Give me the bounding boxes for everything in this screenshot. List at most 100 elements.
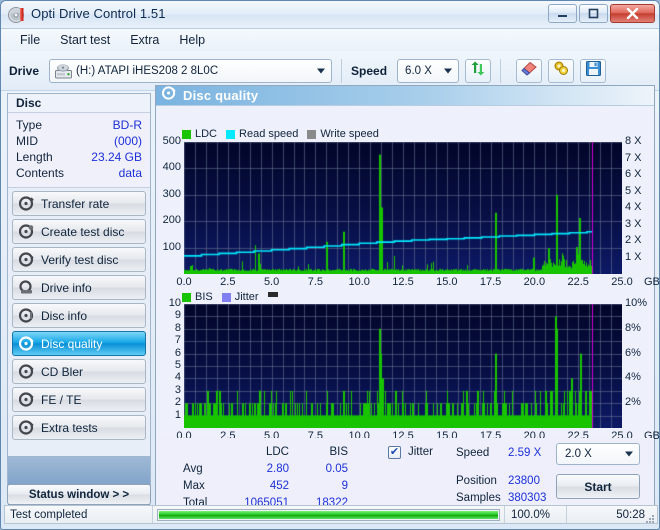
jitter-checkbox[interactable]: ✔ [388, 446, 401, 459]
sidebar-item-disc-info[interactable]: Disc info [12, 303, 146, 328]
sidebar-item-transfer-rate[interactable]: Transfer rate [12, 191, 146, 216]
disc-create-icon [18, 224, 34, 239]
y2-tick-label: 4% [625, 371, 641, 384]
x-tick-label: 5.0 [263, 276, 280, 288]
sidebar-item-label: Drive info [41, 280, 92, 295]
sidebar-item-label: CD Bler [41, 364, 84, 379]
y-tick-label: 7 [174, 334, 181, 347]
start-button[interactable]: Start [556, 474, 640, 499]
status-window-button-wrap: Status window > > [7, 484, 151, 506]
sidebar-item-disc-quality[interactable]: Disc quality [12, 331, 146, 356]
y2-tick-label: 3 X [625, 217, 642, 230]
x-tick-label: 7.5 [307, 276, 324, 288]
maximize-button[interactable] [579, 4, 608, 23]
y2-tick-label: 8% [625, 321, 641, 334]
legend-swatch-bis [182, 292, 191, 302]
y2-tick-label: 4 X [625, 201, 642, 213]
y2-tick-label: 2 X [625, 234, 642, 246]
drive-select-value: (H:) ATAPI iHES208 2 8L0C [76, 64, 219, 77]
stats-row-label-max: Max [183, 480, 205, 492]
x-tick-label: 10.0 [348, 276, 370, 288]
disc-info-icon [18, 308, 34, 323]
close-button[interactable] [610, 4, 655, 23]
x-tick-label: 20.0 [523, 276, 546, 288]
legend-label-ldc: LDC [195, 128, 218, 140]
y-tick-label: 400 [162, 161, 181, 174]
y-tick-label: 6 [174, 346, 181, 359]
sidebar-nav: Transfer rate Create test disc Verify te… [8, 188, 150, 456]
speed-stat-value: 2.59 X [508, 447, 542, 459]
chevron-down-icon [444, 68, 453, 73]
sidebar-item-create-test-disc[interactable]: Create test disc [12, 219, 146, 244]
x-axis-unit-label: GB [644, 276, 660, 288]
sidebar-item-label: Disc quality [41, 336, 103, 351]
chevron-down-icon [625, 451, 633, 457]
disc-section-header: Disc [8, 94, 150, 113]
application-window: Opti Drive Control 1.51 File Start test … [0, 0, 660, 530]
ldc-chart-legend: LDC Read speed Write speed [182, 128, 384, 140]
sidebar-item-label: Transfer rate [41, 196, 110, 211]
y2-tick-label: 5 X [625, 184, 642, 197]
legend-swatch-jitter [221, 292, 231, 302]
speed-select[interactable]: 6.0 X [397, 58, 460, 83]
sidebar-item-verify-test-disc[interactable]: Verify test disc [12, 247, 146, 272]
status-window-button[interactable]: Status window > > [7, 484, 151, 505]
x-tick-label: 15.0 [436, 276, 458, 288]
refresh-button[interactable] [465, 58, 492, 83]
menu-help[interactable]: Help [170, 31, 214, 49]
sidebar-item-fe-te[interactable]: FE / TE [12, 387, 146, 412]
disc-info-block: Type BD-R MID (000) Length 23.24 GB Cont… [8, 113, 150, 188]
sidebar-item-label: Extra tests [41, 420, 98, 435]
menu-extra[interactable]: Extra [121, 31, 168, 49]
toolbar-divider-2 [500, 58, 502, 83]
disc-fete-icon [18, 392, 34, 407]
status-text: Test completed [5, 506, 153, 523]
samples-stat-label: Samples [456, 492, 501, 504]
stats-value-avg-ldc: 2.80 [266, 463, 289, 475]
y2-tick-label: 10% [625, 297, 648, 309]
legend-label-bis: BIS [195, 291, 213, 303]
page-title: Disc quality [183, 88, 259, 103]
legend-swatch-read-speed [226, 129, 236, 139]
menu-start-test[interactable]: Start test [51, 31, 119, 49]
minimize-button[interactable] [548, 4, 577, 23]
x-tick-label: 2.5 [220, 276, 236, 288]
save-button[interactable] [580, 58, 607, 83]
resize-grip-icon[interactable] [645, 511, 655, 523]
disc-info-row-contents: Contents data [16, 165, 142, 181]
jitter-label: Jitter [408, 446, 433, 458]
drive-select[interactable]: (H:) ATAPI iHES208 2 8L0C [49, 58, 333, 83]
tools-button[interactable] [548, 58, 575, 83]
y2-tick-label: 6% [625, 346, 641, 359]
y-tick-label: 5 [174, 359, 181, 371]
speed-label: Speed [351, 63, 388, 78]
sidebar-item-drive-info[interactable]: Drive info [12, 275, 146, 300]
disc-info-row-type: Type BD-R [16, 117, 142, 133]
speed-select-value: 6.0 X [405, 64, 432, 77]
disc-info-key: Length [16, 150, 53, 164]
menu-file[interactable]: File [11, 31, 49, 49]
y-tick-label: 500 [162, 135, 181, 147]
main-panel: Disc quality LDC Read speed Write speed … [155, 85, 660, 509]
legend-label-jitter: Jitter [234, 291, 259, 303]
sidebar-item-extra-tests[interactable]: Extra tests [12, 415, 146, 440]
drive-label: Drive [9, 63, 40, 78]
y-tick-label: 9 [174, 309, 181, 322]
y-tick-label: 2 [174, 396, 181, 409]
refresh-arrows-icon [470, 61, 486, 81]
disc-info-value: 23.24 GB [91, 150, 142, 164]
ldc-plot-area [184, 142, 622, 274]
erase-button[interactable] [516, 58, 543, 83]
test-speed-select[interactable]: 2.0 X [556, 443, 640, 465]
app-disc-icon [8, 6, 26, 24]
status-bar: Test completed 100.0% 50:28 [4, 505, 658, 524]
disc-speed-icon [18, 196, 34, 211]
sidebar-item-cd-bler[interactable]: CD Bler [12, 359, 146, 384]
x-tick-label: 25.0 [611, 276, 633, 288]
title-bar: Opti Drive Control 1.51 [1, 1, 659, 29]
samples-stat-value: 380303 [508, 492, 547, 504]
stats-value-max-bis: 9 [341, 480, 348, 492]
y-tick-label: 300 [162, 187, 181, 200]
test-speed-select-value: 2.0 X [565, 448, 592, 460]
y-tick-label: 10 [168, 297, 181, 309]
